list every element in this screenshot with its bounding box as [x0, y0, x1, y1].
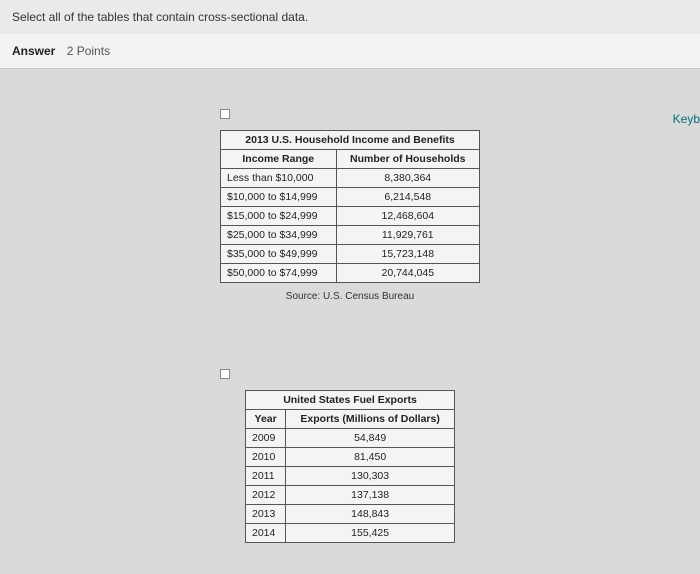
table-row: 200954,849 [246, 429, 455, 448]
table-row: $10,000 to $14,9996,214,548 [221, 188, 480, 207]
table2-title: United States Fuel Exports [246, 391, 455, 410]
table-row: 2011130,303 [246, 467, 455, 486]
table-row: $35,000 to $49,99915,723,148 [221, 245, 480, 264]
answer-label: Answer [12, 44, 55, 58]
fuel-exports-table: United States Fuel Exports Year Exports … [245, 390, 455, 543]
table1-col1: Income Range [221, 150, 337, 169]
question-text: Select all of the tables that contain cr… [0, 0, 700, 34]
option-table-2: United States Fuel Exports Year Exports … [220, 369, 480, 543]
table1-source: Source: U.S. Census Bureau [220, 291, 480, 302]
answer-header: Answer 2 Points [0, 34, 700, 69]
table-row: $50,000 to $74,99920,744,045 [221, 264, 480, 283]
checkbox-table-2[interactable] [220, 369, 230, 379]
content-area: 2013 U.S. Household Income and Benefits … [0, 69, 700, 574]
table-row: 2013148,843 [246, 505, 455, 524]
table-row: $15,000 to $24,99912,468,604 [221, 207, 480, 226]
points-label: 2 Points [67, 44, 110, 58]
table-row: 2012137,138 [246, 486, 455, 505]
option-table-1: 2013 U.S. Household Income and Benefits … [220, 109, 480, 302]
table1-title: 2013 U.S. Household Income and Benefits [221, 131, 480, 150]
table2-col2: Exports (Millions of Dollars) [286, 410, 455, 429]
household-income-table: 2013 U.S. Household Income and Benefits … [220, 130, 480, 283]
table2-col1: Year [246, 410, 286, 429]
table-row: 201081,450 [246, 448, 455, 467]
checkbox-table-1[interactable] [220, 109, 230, 119]
table-row: $25,000 to $34,99911,929,761 [221, 226, 480, 245]
table-row: Less than $10,0008,380,364 [221, 169, 480, 188]
table1-col2: Number of Households [336, 150, 479, 169]
table-row: 2014155,425 [246, 524, 455, 543]
